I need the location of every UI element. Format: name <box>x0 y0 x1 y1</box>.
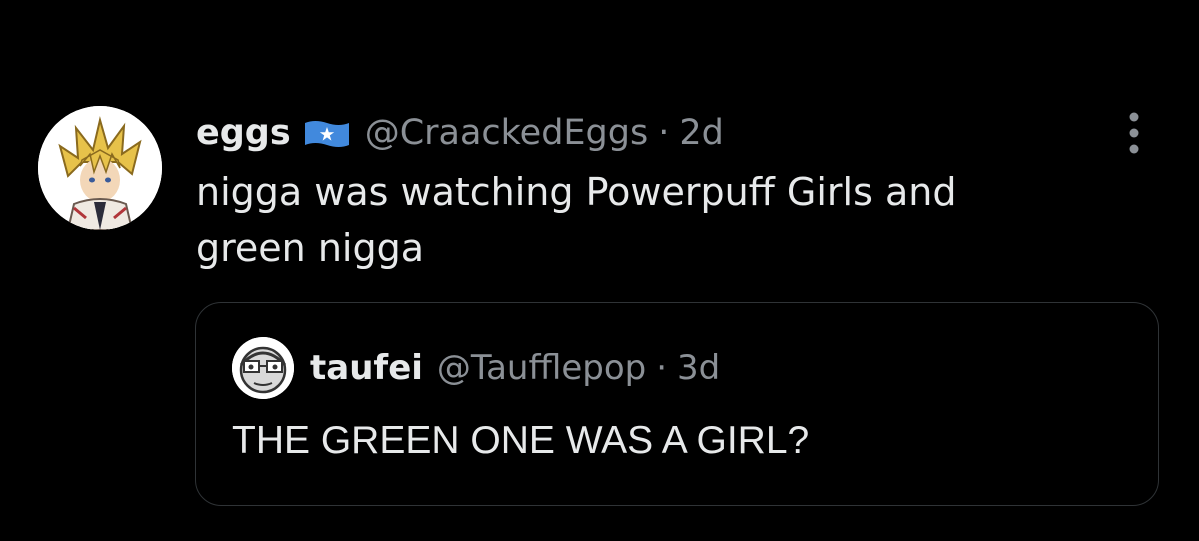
tweet-text: nigga was watching Powerpuff Girls and g… <box>196 170 957 270</box>
quoted-author-avatar[interactable] <box>232 337 294 399</box>
quoted-tweet-timestamp[interactable]: 3d <box>677 348 720 388</box>
tweet-timestamp[interactable]: 2d <box>679 113 724 153</box>
tweet-header: eggs @CraackedEggs · 2d <box>196 108 724 158</box>
quoted-tweet-card[interactable]: taufei @Taufflepop · 3d THE GREEN ONE WA… <box>195 302 1159 506</box>
tweet[interactable]: eggs @CraackedEggs · 2d nigga was watchi… <box>0 0 1199 541</box>
author-handle[interactable]: @CraackedEggs <box>365 113 649 153</box>
quoted-author-handle[interactable]: @Taufflepop <box>437 348 646 388</box>
header-separator: · <box>658 113 670 153</box>
quoted-author-name[interactable]: taufei <box>310 348 423 388</box>
quoted-header-separator: · <box>656 348 668 388</box>
quoted-tweet-text: THE GREEN ONE WAS A GIRL? <box>232 419 810 462</box>
more-options-icon[interactable] <box>1122 110 1146 156</box>
author-name[interactable]: eggs <box>196 113 291 153</box>
somalia-flag-icon <box>303 117 351 149</box>
quoted-tweet-header: taufei @Taufflepop · 3d <box>232 337 720 399</box>
author-avatar[interactable] <box>38 106 162 230</box>
